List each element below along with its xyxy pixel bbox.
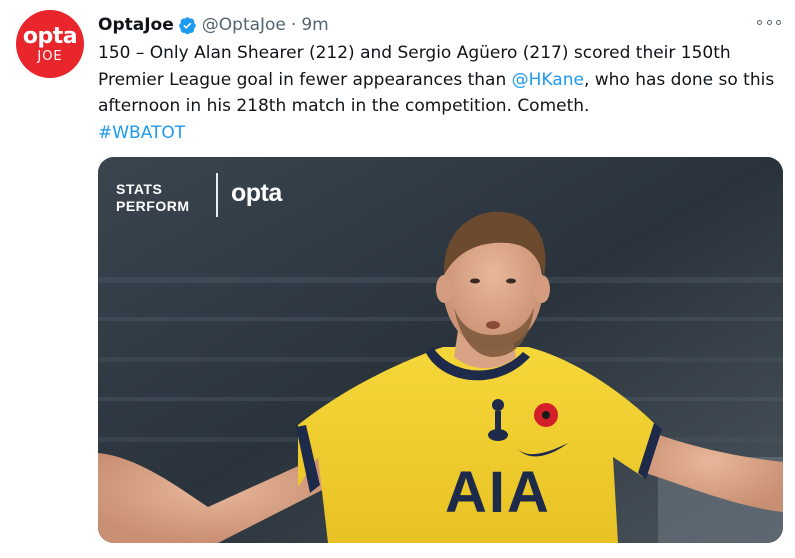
avatar-text-joe: JOE (37, 48, 63, 64)
verified-badge-icon (178, 16, 196, 34)
more-dot (766, 19, 772, 25)
stats-perform-logo: STATS PERFORM (116, 181, 190, 215)
tweet-timestamp[interactable]: 9m (301, 15, 328, 35)
shirt-sponsor-text: AIA (445, 460, 551, 525)
mention-link[interactable]: @HKane (512, 70, 584, 90)
author-handle[interactable]: @OptaJoe (202, 15, 286, 35)
tweet-text: 150 – Only Alan Shearer (212) and Sergio… (98, 40, 778, 146)
more-options-icon[interactable] (757, 13, 781, 31)
logo-stats-text: STATS (116, 181, 163, 197)
hashtag-link[interactable]: #WBATOT (98, 123, 185, 143)
more-dot (757, 19, 762, 25)
poppy-icon (534, 403, 558, 427)
avatar[interactable]: opta JOE (16, 10, 84, 78)
tweet[interactable]: opta JOE OptaJoe @OptaJoe · 9m 150 – Onl… (0, 0, 795, 558)
player-photo (98, 157, 783, 543)
header-separator: · (290, 15, 297, 35)
tweet-media-image[interactable]: STATS PERFORM opta AIA (98, 157, 783, 543)
logo-perform-text: PERFORM (116, 198, 190, 214)
opta-logo: opta (231, 179, 282, 207)
avatar-text-opta: opta (22, 23, 78, 49)
author-name[interactable]: OptaJoe (98, 15, 174, 35)
tweet-header: OptaJoe @OptaJoe · 9m (98, 13, 329, 37)
more-dot (776, 19, 781, 25)
logo-divider (216, 173, 218, 217)
